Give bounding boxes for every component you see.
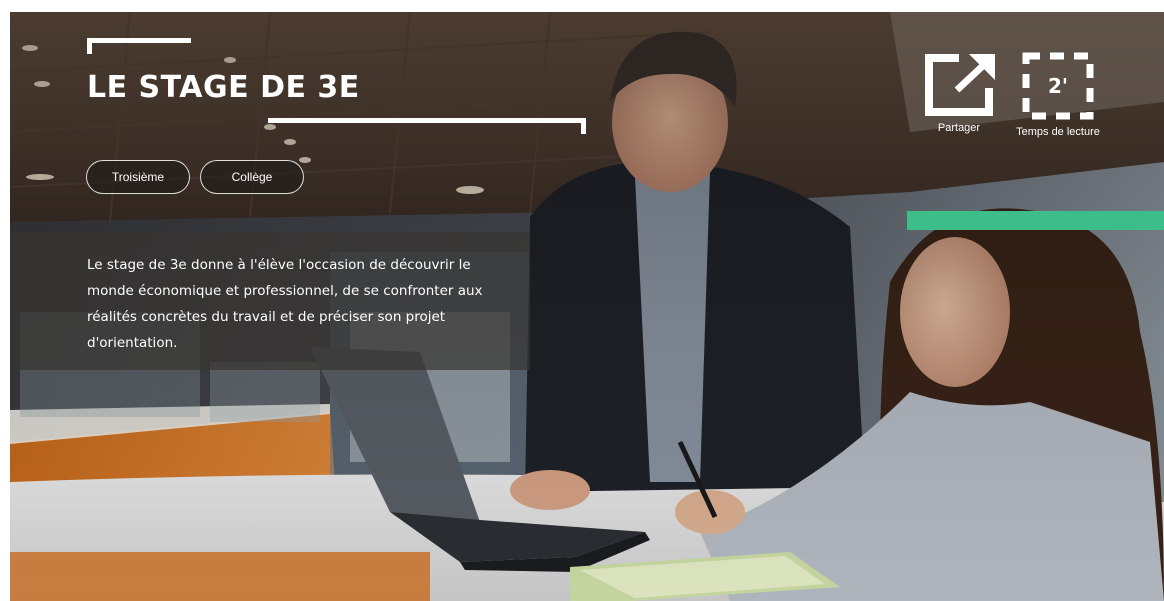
reading-time-value: 2' bbox=[1047, 74, 1069, 98]
title-bracket-top bbox=[87, 38, 191, 43]
reading-time-label: Temps de lecture bbox=[1016, 126, 1100, 138]
tag-college[interactable]: Collège bbox=[200, 160, 304, 194]
tag-troisieme[interactable]: Troisième bbox=[86, 160, 190, 194]
title-bracket-left bbox=[87, 38, 92, 54]
hero-banner: LE STAGE DE 3E Troisième Collège Le stag… bbox=[10, 12, 1164, 601]
title-bracket-right bbox=[581, 118, 586, 134]
accent-strip bbox=[907, 211, 1164, 230]
reading-time: 2' Temps de lecture bbox=[1016, 52, 1100, 162]
intro-description: Le stage de 3e donne à l'élève l'occasio… bbox=[87, 257, 483, 351]
page-title: LE STAGE DE 3E bbox=[87, 70, 360, 105]
title-bracket-bottom bbox=[268, 118, 586, 123]
share-button[interactable]: Partager bbox=[917, 52, 1001, 152]
share-label: Partager bbox=[937, 122, 981, 134]
share-icon bbox=[925, 54, 995, 116]
